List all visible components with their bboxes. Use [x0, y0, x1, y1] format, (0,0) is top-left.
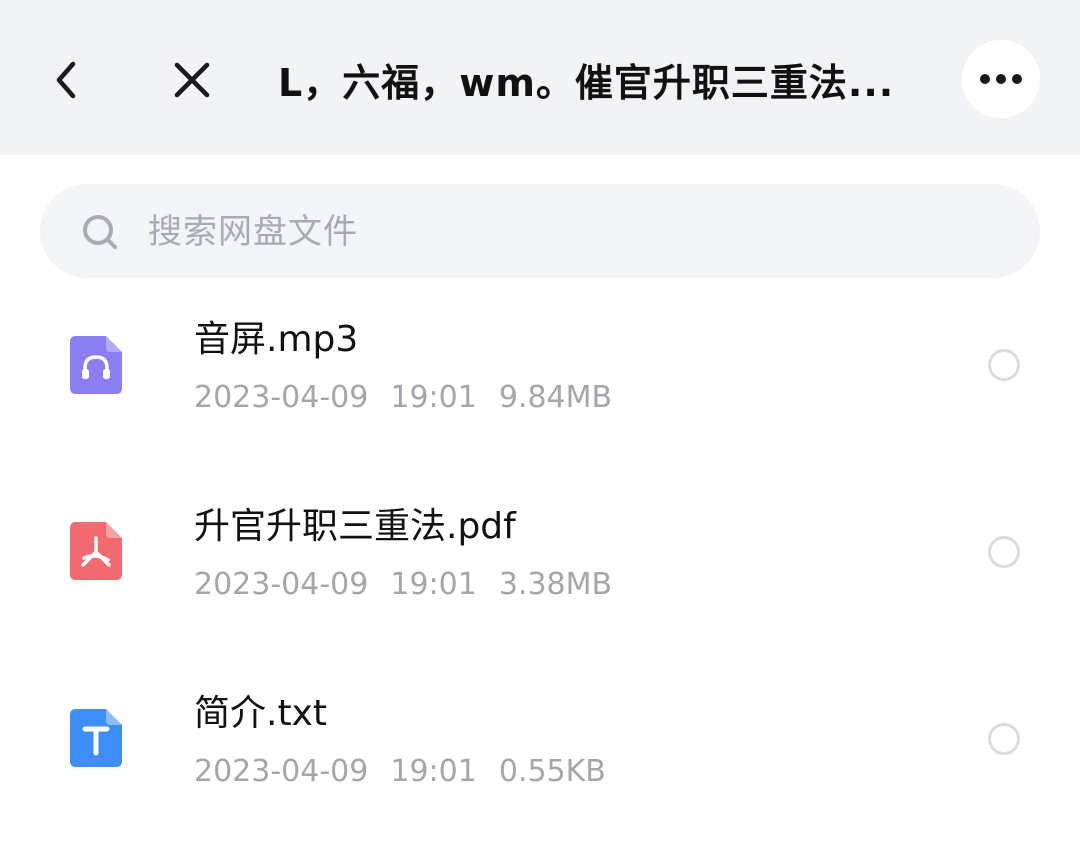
search-placeholder: 搜索网盘文件 [148, 212, 358, 252]
file-size: 3.38MB [498, 567, 613, 602]
file-name: 升官升职三重法.pdf [194, 506, 516, 547]
file-date: 2023-04-09 [194, 380, 369, 415]
close-button[interactable] [164, 52, 220, 108]
more-dots-icon [980, 74, 1022, 84]
list-item[interactable]: 音屏.mp3 2023-04-09 19:01 9.84MB [0, 300, 1080, 486]
file-picker-screen: L，六福，wm。催官升职三重法... 搜索网盘文件 音屏.mp3 2023-04… [0, 0, 1080, 858]
list-item[interactable]: 简介.txt 2023-04-09 19:01 0.55KB [0, 674, 1080, 858]
file-time: 19:01 [390, 754, 477, 789]
page-title: L，六福，wm。催官升职三重法... [278, 61, 895, 105]
select-radio[interactable] [988, 723, 1020, 755]
more-button[interactable] [962, 40, 1040, 118]
file-time: 19:01 [390, 567, 477, 602]
file-date: 2023-04-09 [194, 567, 369, 602]
audio-file-icon [70, 336, 122, 394]
file-meta: 2023-04-09 19:01 0.55KB [194, 752, 606, 792]
search-icon [83, 215, 117, 249]
chevron-left-icon [56, 61, 76, 99]
file-size: 0.55KB [498, 754, 606, 789]
file-date: 2023-04-09 [194, 754, 369, 789]
close-icon [174, 62, 210, 98]
file-name: 音屏.mp3 [194, 319, 359, 360]
pdf-file-icon [70, 522, 122, 580]
file-size: 9.84MB [498, 380, 613, 415]
file-meta: 2023-04-09 19:01 3.38MB [194, 565, 612, 605]
file-time: 19:01 [390, 380, 477, 415]
file-meta: 2023-04-09 19:01 9.84MB [194, 378, 612, 418]
top-bar: L，六福，wm。催官升职三重法... [0, 0, 1080, 155]
back-button[interactable] [38, 52, 94, 108]
select-radio[interactable] [988, 349, 1020, 381]
file-name: 简介.txt [194, 693, 327, 734]
list-item[interactable]: 升官升职三重法.pdf 2023-04-09 19:01 3.38MB [0, 487, 1080, 673]
select-radio[interactable] [988, 536, 1020, 568]
txt-file-icon [70, 709, 122, 767]
